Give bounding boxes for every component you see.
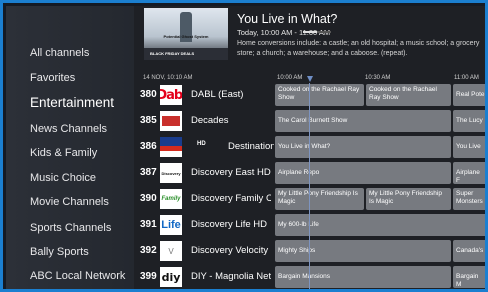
program-cell[interactable]: You Live [453, 136, 485, 158]
program-cell[interactable]: My Little Pony Friendship Is Magic [366, 188, 451, 210]
current-time-marker [307, 76, 313, 82]
channel-row[interactable]: 387 Discovery Discovery East HD Airplane… [134, 161, 485, 185]
program-cell[interactable]: Super Monsters [453, 188, 485, 210]
channel-number: 390 [140, 193, 157, 204]
sidebar-item-favorites[interactable]: Favorites [30, 72, 134, 84]
program-cell[interactable]: Real Pote [453, 84, 485, 106]
now-playing-title: You Live in What? [237, 12, 338, 26]
destination-america-logo [160, 137, 182, 157]
time-slot-label: 10:30 AM [365, 75, 391, 81]
program-cell[interactable]: Bargain M [453, 266, 485, 288]
now-playing-progress [303, 31, 331, 33]
program-cell[interactable]: Airplane F [453, 162, 485, 184]
category-sidebar: All channels Favorites Entertainment New… [6, 6, 134, 289]
program-cell[interactable]: Mighty Ships [275, 240, 451, 262]
sidebar-item-news-channels[interactable]: News Channels [30, 123, 134, 135]
channel-number: 380 [140, 89, 157, 100]
channel-row[interactable]: 386 HD Destination You Live in What? You… [134, 135, 485, 159]
sidebar-item-bally-sports[interactable]: Bally Sports [30, 246, 134, 258]
channel-number: 386 [140, 141, 157, 152]
guide-panel: Potential Ghost System BLACK FRIDAY DEAL… [134, 6, 485, 289]
sidebar-item-abc-local-network[interactable]: ABC Local Network [30, 270, 134, 282]
diy-logo: diy [160, 267, 182, 287]
program-cell[interactable]: Bargain Mansions [275, 266, 451, 288]
channel-number: 392 [140, 245, 157, 256]
current-time-line [309, 83, 310, 289]
channel-name: Discovery Life HD [191, 219, 268, 230]
program-cell[interactable]: Cooked on the Rachael Ray Show [366, 84, 451, 106]
discovery-logo: Discovery [160, 163, 182, 183]
time-slot-label: 10:00 AM [277, 75, 303, 81]
channel-row[interactable]: 385 Decades The Carol Burnett Show The L… [134, 109, 485, 133]
sidebar-item-sports-channels[interactable]: Sports Channels [30, 222, 134, 234]
channel-row[interactable]: 390 Family Discovery Family Cha My Littl… [134, 187, 485, 211]
thumbnail-caption: Potential Ghost System [163, 34, 209, 39]
channel-number: 385 [140, 115, 157, 126]
program-cell[interactable]: Cooked on the Rachael Ray Show [275, 84, 364, 106]
tv-guide-window: All channels Favorites Entertainment New… [0, 0, 488, 292]
program-cell[interactable]: Canada's [453, 240, 485, 262]
sidebar-item-movie-channels[interactable]: Movie Channels [30, 196, 134, 208]
channel-row[interactable]: 399 diy DIY - Magnolia Netwo Bargain Man… [134, 265, 485, 289]
sidebar-item-all-channels[interactable]: All channels [30, 47, 134, 59]
now-playing-thumbnail: Potential Ghost System BLACK FRIDAY DEAL… [144, 8, 228, 60]
now-playing-description: Home conversions include: a castle; an o… [237, 40, 480, 57]
program-cell[interactable]: You Live in What? [275, 136, 451, 158]
discovery-velocity-logo: V [160, 241, 182, 261]
program-cell[interactable]: Airplane Repo [275, 162, 451, 184]
discovery-family-logo: Family [160, 189, 182, 209]
channel-number: 387 [140, 167, 157, 178]
channel-name: Destination [228, 141, 274, 152]
sidebar-item-music-choice[interactable]: Music Choice [30, 172, 134, 184]
program-cell[interactable]: My 600-lb Life [275, 214, 485, 236]
hd-badge: HD [197, 141, 206, 147]
channel-number: 391 [140, 219, 157, 230]
thumbnail-deal-text: BLACK FRIDAY DEALS [150, 51, 195, 56]
program-cell[interactable]: The Carol Burnett Show [275, 110, 451, 132]
sidebar-item-kids-family[interactable]: Kids & Family [30, 147, 134, 159]
discovery-life-logo: Life [160, 215, 182, 235]
channel-row[interactable]: 392 V Discovery Velocity Mighty Ships Ca… [134, 239, 485, 263]
channel-name: Discovery East HD [191, 167, 271, 178]
program-cell[interactable]: My Little Pony Friendship Is Magic [275, 188, 364, 210]
time-slot-label: 11:00 AM [454, 75, 479, 81]
guide-date: 14 NOV, 10:10 AM [143, 75, 193, 81]
channel-name: Decades [191, 115, 229, 126]
decades-logo [160, 111, 182, 131]
sidebar-item-entertainment[interactable]: Entertainment [30, 95, 134, 110]
channel-name: DABL (East) [191, 89, 244, 100]
channel-name: DIY - Magnolia Netwo [191, 271, 271, 282]
program-cell[interactable]: The Lucy [453, 110, 485, 132]
channel-name: Discovery Family Cha [191, 193, 271, 204]
channel-row[interactable]: 391 Life Discovery Life HD My 600-lb Lif… [134, 213, 485, 237]
channel-name: Discovery Velocity [191, 245, 269, 256]
progress-fill [303, 31, 317, 33]
channel-number: 399 [140, 271, 157, 282]
channel-row[interactable]: 380 Dabl DABL (East) Cooked on the Racha… [134, 83, 485, 107]
dabl-logo: Dabl [160, 85, 182, 105]
